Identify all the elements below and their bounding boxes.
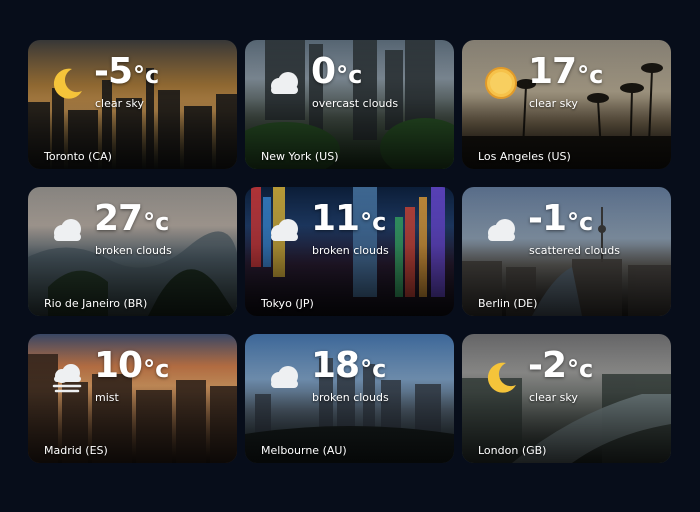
weather-description: broken clouds [312,244,389,257]
weather-description: clear sky [95,97,144,110]
weather-description: overcast clouds [312,97,399,110]
weather-description: clear sky [529,97,578,110]
city-label: Melbourne (AU) [261,444,347,457]
city-label: Berlin (DE) [478,297,538,310]
temperature: 27°c [94,198,170,239]
temperature: -2°c [528,345,594,386]
weather-description: broken clouds [95,244,172,257]
temperature: 18°c [311,345,387,386]
weather-card-berlin[interactable]: -1°c scattered clouds Berlin (DE) [462,187,671,316]
sun-icon [480,62,522,104]
cloud-icon [263,62,305,104]
temperature: -1°c [528,198,594,239]
temperature: -5°c [94,51,160,92]
weather-card-new-york[interactable]: 0°c overcast clouds New York (US) [245,40,454,169]
weather-card-grid: -5°c clear sky Toronto (CA) 0°c overcast… [28,40,671,463]
cloud-icon [263,209,305,251]
cloud-icon [46,209,88,251]
city-label: Toronto (CA) [44,150,112,163]
city-label: New York (US) [261,150,339,163]
temperature: 17°c [528,51,604,92]
weather-description: clear sky [529,391,578,404]
weather-description: scattered clouds [529,244,620,257]
moon-icon [480,356,522,398]
city-label: London (GB) [478,444,547,457]
city-label: Rio de Janeiro (BR) [44,297,148,310]
city-label: Tokyo (JP) [261,297,314,310]
weather-card-london[interactable]: -2°c clear sky London (GB) [462,334,671,463]
weather-description: mist [95,391,119,404]
weather-card-madrid[interactable]: 10°c mist Madrid (ES) [28,334,237,463]
temperature: 11°c [311,198,387,239]
weather-description: broken clouds [312,391,389,404]
weather-card-los-angeles[interactable]: 17°c clear sky Los Angeles (US) [462,40,671,169]
cloud-icon [263,356,305,398]
mist-icon [46,356,88,398]
moon-icon [46,62,88,104]
weather-card-rio-de-janeiro[interactable]: 27°c broken clouds Rio de Janeiro (BR) [28,187,237,316]
temperature: 10°c [94,345,170,386]
weather-card-melbourne[interactable]: 18°c broken clouds Melbourne (AU) [245,334,454,463]
weather-card-toronto[interactable]: -5°c clear sky Toronto (CA) [28,40,237,169]
weather-card-tokyo[interactable]: 11°c broken clouds Tokyo (JP) [245,187,454,316]
city-label: Los Angeles (US) [478,150,571,163]
temperature: 0°c [311,51,363,92]
cloud-icon [480,209,522,251]
city-label: Madrid (ES) [44,444,108,457]
